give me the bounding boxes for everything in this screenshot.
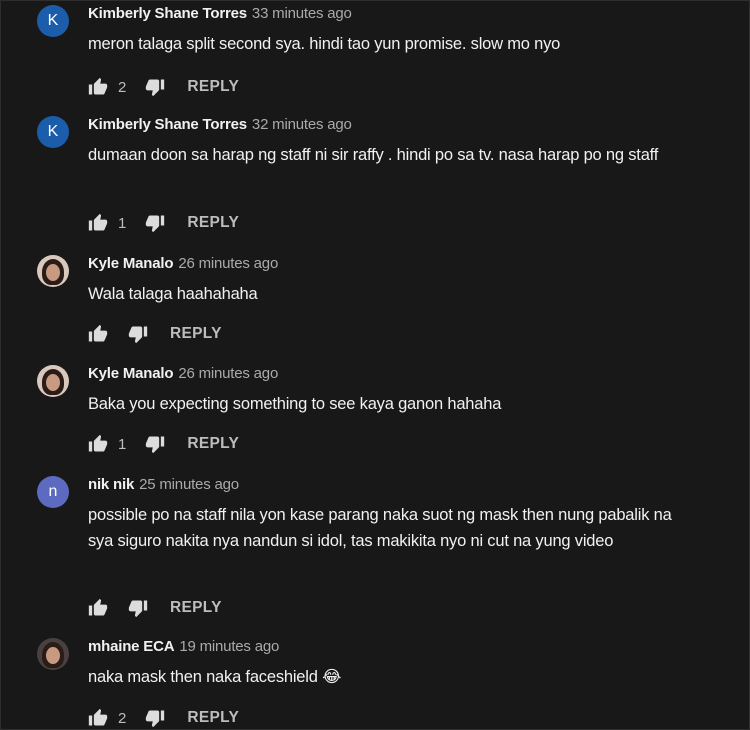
thumbs-down-icon[interactable]	[145, 708, 165, 728]
comment-actions: REPLY	[88, 322, 222, 346]
avatar[interactable]: K	[37, 5, 69, 37]
avatar[interactable]	[37, 638, 69, 670]
thumbs-down-icon[interactable]	[128, 598, 148, 618]
comment-time[interactable]: 26 minutes ago	[178, 255, 278, 272]
reply-button[interactable]: REPLY	[187, 435, 239, 453]
like-count: 2	[118, 78, 127, 96]
comment-actions: 2 REPLY	[88, 75, 239, 99]
comment-actions: 1 REPLY	[88, 432, 239, 456]
reply-button[interactable]: REPLY	[170, 325, 222, 343]
thumbs-up-icon[interactable]	[88, 213, 108, 233]
comment-author[interactable]: Kyle Manalo	[88, 365, 174, 382]
comment-author[interactable]: Kimberly Shane Torres	[88, 5, 247, 22]
thumbs-up-icon[interactable]	[88, 708, 108, 728]
comment-author[interactable]: Kyle Manalo	[88, 255, 174, 272]
thumbs-up-icon[interactable]	[88, 77, 108, 97]
reply-button[interactable]: REPLY	[187, 709, 239, 727]
comment-header: mhaine ECA 19 minutes ago	[88, 638, 279, 658]
thumbs-up-icon[interactable]	[88, 434, 108, 454]
comment-text: dumaan doon sa harap ng staff ni sir raf…	[88, 146, 659, 164]
like-count: 2	[118, 709, 127, 727]
comment-text: possible po na staff nila yon kase paran…	[88, 506, 672, 550]
avatar[interactable]	[37, 365, 69, 397]
avatar[interactable]: n	[37, 476, 69, 508]
comment-header: Kimberly Shane Torres 32 minutes ago	[88, 116, 352, 136]
avatar-letter: K	[47, 123, 59, 140]
avatar[interactable]	[37, 255, 69, 287]
avatar[interactable]: K	[37, 116, 69, 148]
comment-time[interactable]: 25 minutes ago	[139, 476, 239, 493]
comment-actions: REPLY	[88, 596, 222, 620]
like-count: 1	[118, 214, 127, 232]
thumbs-down-icon[interactable]	[145, 77, 165, 97]
comment-author[interactable]: mhaine ECA	[88, 638, 175, 655]
thumbs-up-icon[interactable]	[88, 324, 108, 344]
like-count: 1	[118, 435, 127, 453]
comment-header: Kimberly Shane Torres 33 minutes ago	[88, 5, 352, 25]
comment-header: Kyle Manalo 26 minutes ago	[88, 365, 278, 385]
comment-text: meron talaga split second sya. hindi tao…	[88, 35, 561, 53]
thumbs-down-icon[interactable]	[145, 213, 165, 233]
reply-button[interactable]: REPLY	[170, 599, 222, 617]
thumbs-down-icon[interactable]	[128, 324, 148, 344]
comment-text: Baka you expecting something to see kaya…	[88, 395, 502, 413]
comment-header: Kyle Manalo 26 minutes ago	[88, 255, 278, 275]
comment-time[interactable]: 19 minutes ago	[179, 638, 279, 655]
comment-author[interactable]: nik nik	[88, 476, 134, 493]
comment-time[interactable]: 33 minutes ago	[252, 5, 352, 22]
comment-text: naka mask then naka faceshield 😂	[88, 668, 342, 686]
comment-time[interactable]: 32 minutes ago	[252, 116, 352, 133]
thumbs-up-icon[interactable]	[88, 598, 108, 618]
comment-actions: 2 REPLY	[88, 706, 239, 730]
comment-text: Wala talaga haahahaha	[88, 285, 258, 303]
avatar-letter: n	[48, 483, 58, 500]
avatar-letter: K	[47, 12, 59, 29]
comment-header: nik nik 25 minutes ago	[88, 476, 239, 496]
thumbs-down-icon[interactable]	[145, 434, 165, 454]
reply-button[interactable]: REPLY	[187, 78, 239, 96]
comment-author[interactable]: Kimberly Shane Torres	[88, 116, 247, 133]
comment-time[interactable]: 26 minutes ago	[178, 365, 278, 382]
comment-actions: 1 REPLY	[88, 211, 239, 235]
reply-button[interactable]: REPLY	[187, 214, 239, 232]
